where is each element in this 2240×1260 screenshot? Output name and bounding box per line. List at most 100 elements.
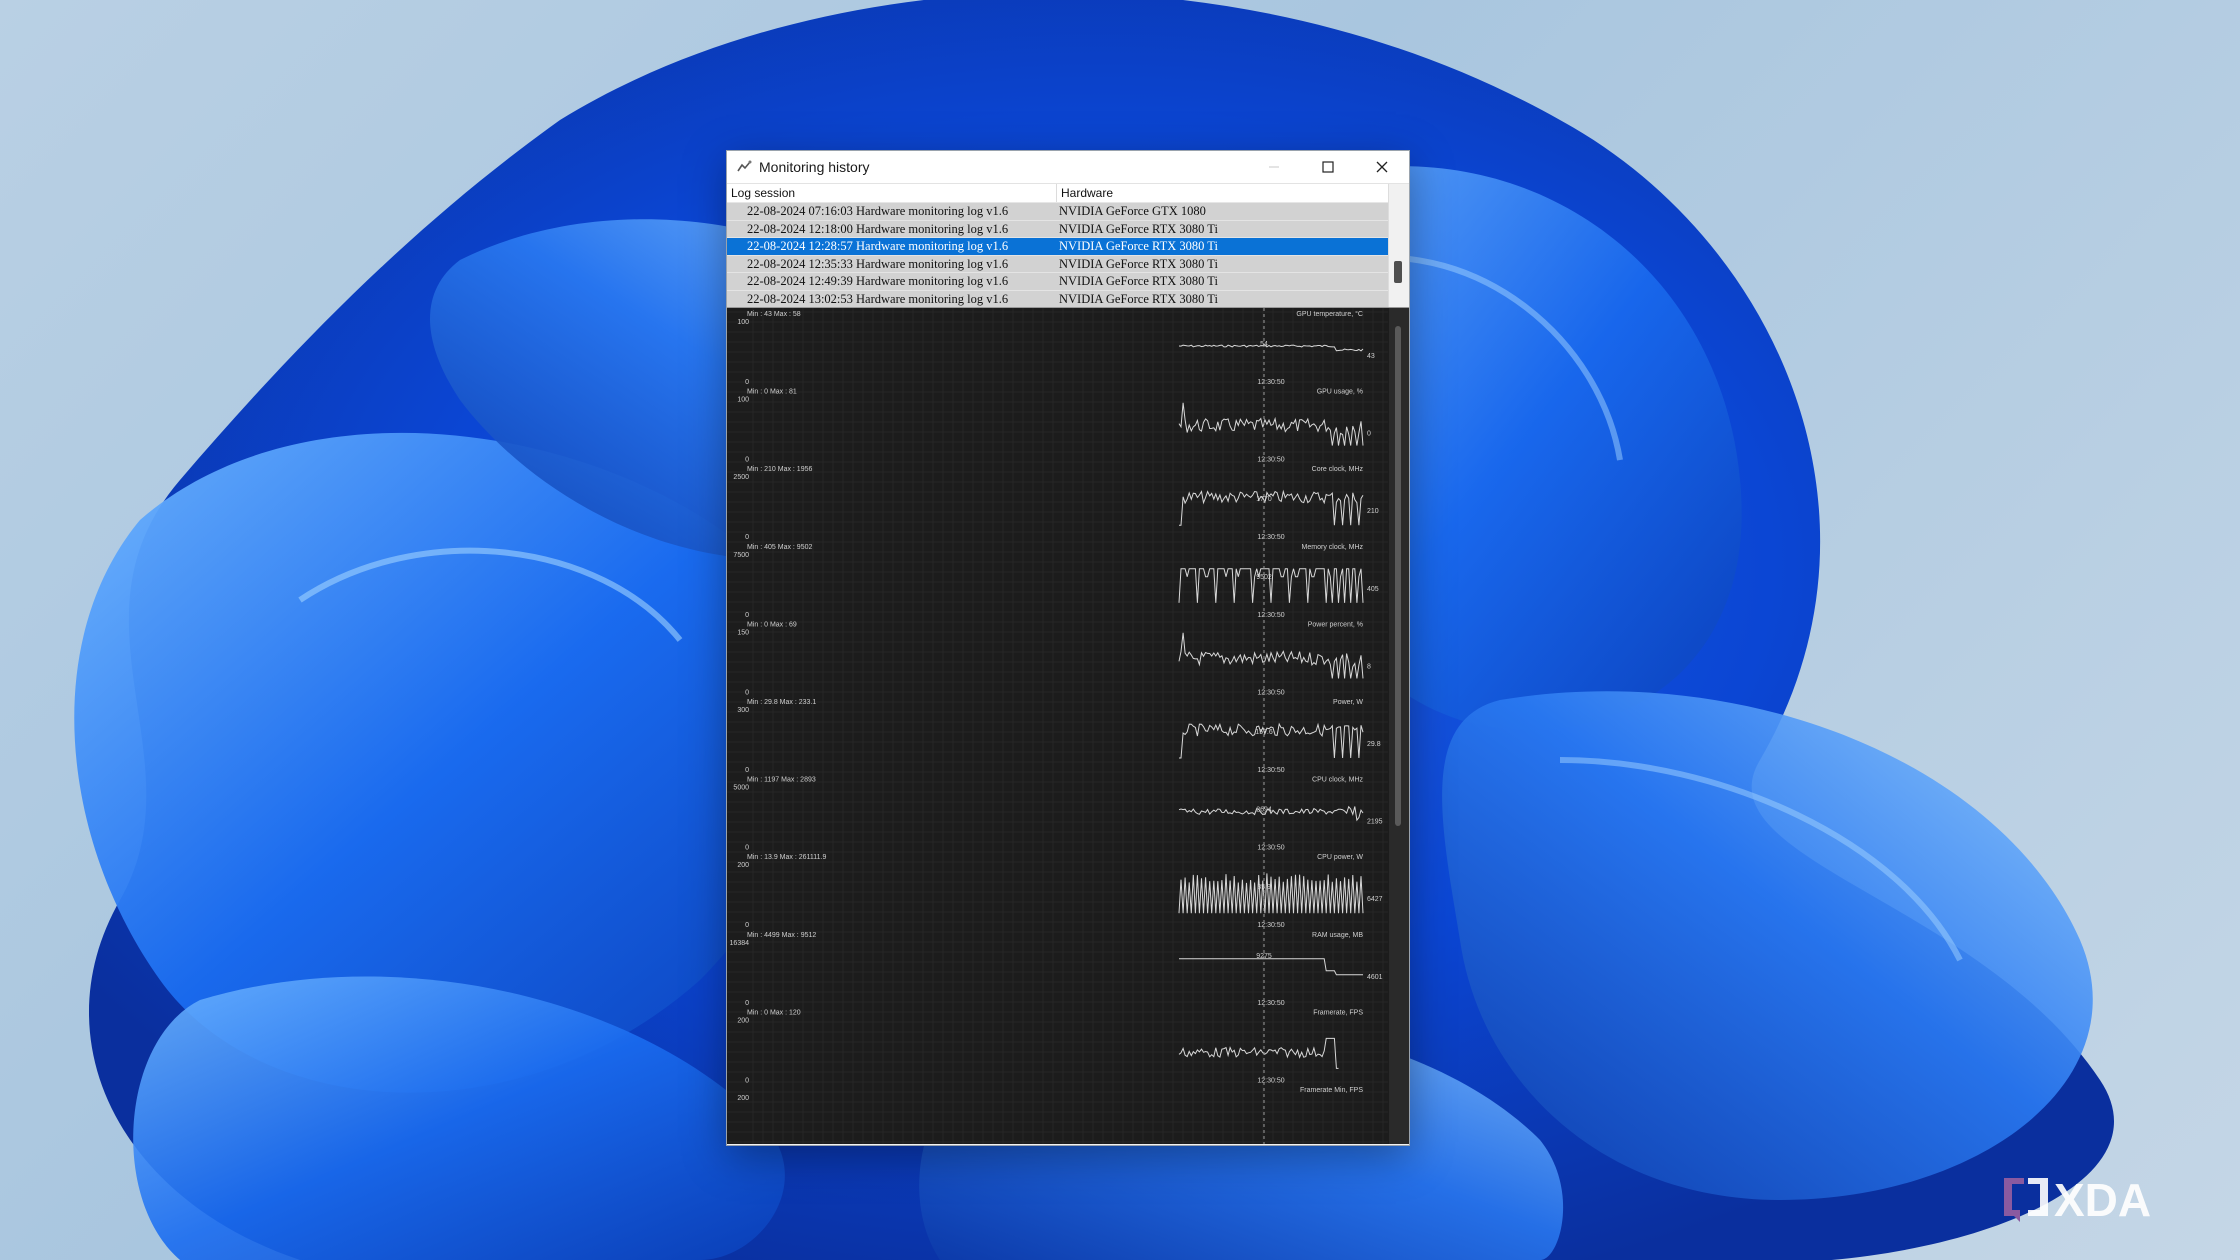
graph-current-value: 43 bbox=[1367, 353, 1375, 360]
log-row[interactable]: 22-08-2024 07:16:03 Hardware monitoring … bbox=[727, 203, 1388, 221]
hardware-cell: NVIDIA GeForce RTX 3080 Ti bbox=[1059, 256, 1218, 271]
graph-ymax-label: 2500 bbox=[733, 474, 749, 481]
graph-time-label: 12:30:50 bbox=[1257, 767, 1284, 774]
graph-trace bbox=[1178, 344, 1364, 352]
graph-9: Min : 0 Max : 120 Framerate, FPS 200 0 12:30… bbox=[737, 1009, 1363, 1084]
graph-current-value: 210 bbox=[1367, 508, 1379, 515]
graph-minmax-label: Min : 0 Max : 120 bbox=[747, 1009, 801, 1016]
graph-6: Min : 1197 Max : 2893 CPU clock, MHz 5000 0… bbox=[733, 777, 1382, 852]
graph-title: Framerate, FPS bbox=[1313, 1009, 1363, 1016]
column-header-log-session[interactable]: Log session bbox=[727, 184, 1057, 202]
graph-ymax-label: 16384 bbox=[730, 940, 750, 947]
graph-5: Min : 29.8 Max : 233.1 Power, W 300 0 12:30:… bbox=[737, 699, 1380, 774]
log-session-cell: 22-08-2024 12:35:33 Hardware monitoring … bbox=[747, 256, 1009, 271]
graph-minmax-label: Min : 43 Max : 58 bbox=[747, 311, 801, 318]
graph-3: Min : 405 Max : 9502 Memory clock, MHz 750… bbox=[733, 544, 1378, 619]
graph-scrollbar-thumb[interactable] bbox=[1395, 326, 1401, 826]
graph-ymin-label: 0 bbox=[745, 845, 749, 852]
graph-minmax-label: Min : 0 Max : 81 bbox=[747, 389, 797, 396]
graph-ymax-label: 200 bbox=[737, 1017, 749, 1024]
graph-trace bbox=[1178, 873, 1364, 914]
graph-time-label: 12:30:50 bbox=[1257, 689, 1284, 696]
graph-time-label: 12:30:50 bbox=[1257, 922, 1284, 929]
graph-current-value: 29.8 bbox=[1367, 741, 1381, 748]
graph-title: Power percent, % bbox=[1308, 621, 1363, 628]
list-scrollbar-thumb[interactable] bbox=[1394, 261, 1402, 283]
graph-title: Power, W bbox=[1333, 699, 1363, 706]
graph-time-label: 12:30:50 bbox=[1257, 1000, 1284, 1007]
graph-ymax-label: 100 bbox=[737, 397, 749, 404]
graph-ymin-label: 0 bbox=[745, 767, 749, 774]
graph-current-value: 8 bbox=[1367, 663, 1371, 670]
list-scrollbar[interactable] bbox=[1388, 184, 1409, 307]
graph-8: Min : 4499 Max : 9512 RAM usage, MB 16384 0… bbox=[730, 932, 1383, 1007]
graph-minmax-label: Min : 29.8 Max : 233.1 bbox=[747, 699, 816, 706]
graph-minmax-label: Min : 0 Max : 69 bbox=[747, 621, 797, 628]
log-session-cell: 22-08-2024 12:28:57 Hardware monitoring … bbox=[747, 239, 1009, 254]
graph-current-value: 2195 bbox=[1367, 819, 1383, 826]
graph-time-label: 12:30:50 bbox=[1257, 379, 1284, 386]
graph-ymax-label: 150 bbox=[737, 629, 749, 636]
maximize-icon bbox=[1322, 161, 1334, 173]
graph-minmax-label: Min : 405 Max : 9502 bbox=[747, 544, 812, 551]
close-button[interactable] bbox=[1355, 151, 1409, 183]
graph-4: Min : 0 Max : 69 Power percent, % 150 0 12:3… bbox=[737, 621, 1371, 696]
graph-ymin-label: 0 bbox=[745, 379, 749, 386]
xda-logo-icon: XDA bbox=[2004, 1174, 2151, 1226]
graph-time-label: 12:30:50 bbox=[1257, 845, 1284, 852]
log-session-list[interactable]: Log session Hardware 22-08-2024 07:16:03… bbox=[727, 184, 1409, 308]
log-row[interactable]: 22-08-2024 12:18:00 Hardware monitoring … bbox=[727, 220, 1388, 239]
graph-ymax-label: 200 bbox=[737, 862, 749, 869]
window-title: Monitoring history bbox=[759, 159, 870, 175]
title-bar[interactable]: Monitoring history bbox=[727, 151, 1409, 184]
hardware-cell: NVIDIA GeForce RTX 3080 Ti bbox=[1059, 239, 1218, 254]
graph-time-label: 12:30:50 bbox=[1257, 1077, 1284, 1084]
log-rows: 22-08-2024 07:16:03 Hardware monitoring … bbox=[727, 203, 1388, 307]
graph-title: Framerate Min, FPS bbox=[1300, 1087, 1363, 1094]
graph-current-value: 0 bbox=[1367, 431, 1371, 438]
graph-minmax-label: Min : 4499 Max : 9512 bbox=[747, 932, 816, 939]
graph-10: Framerate Min, FPS 200 bbox=[737, 1087, 1363, 1102]
graph-title: RAM usage, MB bbox=[1312, 932, 1363, 939]
graph-ymin-label: 0 bbox=[745, 689, 749, 696]
log-row[interactable]: 22-08-2024 12:35:33 Hardware monitoring … bbox=[727, 255, 1388, 274]
graph-time-label: 12:30:50 bbox=[1257, 612, 1284, 619]
monitoring-graphs[interactable]: Min : 43 Max : 58 GPU temperature, °C 100 0… bbox=[727, 308, 1388, 1144]
maximize-button[interactable] bbox=[1301, 151, 1355, 183]
graph-ymin-label: 0 bbox=[745, 457, 749, 464]
minimize-icon bbox=[1269, 166, 1279, 168]
hardware-cell: NVIDIA GeForce RTX 3080 Ti bbox=[1059, 274, 1218, 289]
graph-time-label: 12:30:50 bbox=[1257, 534, 1284, 541]
graph-title: CPU clock, MHz bbox=[1312, 777, 1363, 784]
graph-ymin-label: 0 bbox=[745, 1077, 749, 1084]
graph-ymin-label: 0 bbox=[745, 1000, 749, 1007]
graph-ymax-label: 300 bbox=[737, 707, 749, 714]
close-icon bbox=[1376, 161, 1388, 173]
graph-ymax-label: 7500 bbox=[733, 552, 749, 559]
monitoring-history-window[interactable]: Monitoring history Log session Hardware … bbox=[726, 150, 1410, 1146]
log-session-cell: 22-08-2024 12:18:00 Hardware monitoring … bbox=[747, 221, 1009, 236]
graph-title: Memory clock, MHz bbox=[1302, 544, 1364, 551]
graph-ymin-label: 0 bbox=[745, 922, 749, 929]
log-row[interactable]: 22-08-2024 13:02:53 Hardware monitoring … bbox=[727, 290, 1388, 307]
monitoring-app-icon bbox=[733, 156, 755, 178]
list-header: Log session Hardware bbox=[727, 184, 1409, 203]
graph-ymin-label: 0 bbox=[745, 534, 749, 541]
graph-current-value: 405 bbox=[1367, 586, 1379, 593]
graph-grid bbox=[727, 308, 1388, 1144]
graph-minmax-label: Min : 210 Max : 1956 bbox=[747, 466, 812, 473]
minimize-button[interactable] bbox=[1247, 151, 1301, 183]
graph-current-value: 4601 bbox=[1367, 974, 1383, 981]
log-session-cell: 22-08-2024 13:02:53 Hardware monitoring … bbox=[747, 291, 1009, 306]
log-row[interactable]: 22-08-2024 12:28:57 Hardware monitoring … bbox=[727, 238, 1388, 256]
graph-title: GPU temperature, °C bbox=[1296, 310, 1363, 318]
log-row[interactable]: 22-08-2024 12:49:39 Hardware monitoring … bbox=[727, 273, 1388, 291]
graph-minmax-label: Min : 1197 Max : 2893 bbox=[747, 777, 816, 784]
column-header-hardware[interactable]: Hardware bbox=[1057, 184, 1387, 202]
hardware-cell: NVIDIA GeForce RTX 3080 Ti bbox=[1059, 291, 1218, 306]
watermark-text: XDA bbox=[2054, 1174, 2151, 1226]
graph-scrollbar[interactable] bbox=[1389, 308, 1409, 1144]
graph-trace bbox=[1178, 402, 1364, 446]
graph-panel[interactable]: Min : 43 Max : 58 GPU temperature, °C 100 0… bbox=[727, 308, 1409, 1144]
graph-minmax-label: Min : 13.9 Max : 261111.9 bbox=[747, 854, 826, 861]
